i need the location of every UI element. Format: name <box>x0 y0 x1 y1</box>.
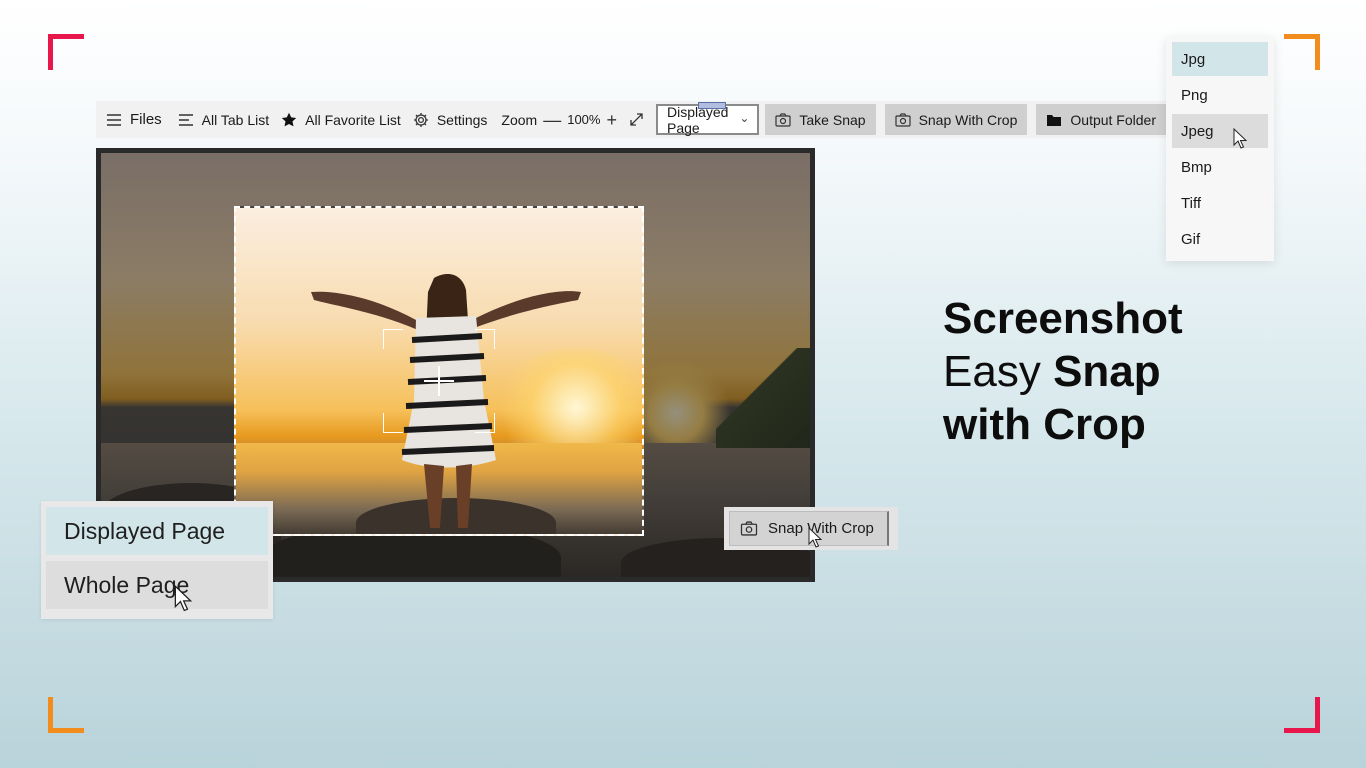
expand-icon[interactable] <box>629 112 644 127</box>
format-option-jpeg[interactable]: Jpeg <box>1172 114 1268 149</box>
format-option-label: Tiff <box>1181 194 1202 212</box>
files-label: Files <box>130 111 162 128</box>
headline-line-3: with Crop <box>943 400 1146 449</box>
all-tab-list-label: All Tab List <box>201 111 270 128</box>
star-icon <box>281 112 297 126</box>
mouse-pointer-icon <box>174 585 193 612</box>
format-option-bmp[interactable]: Bmp <box>1172 150 1268 184</box>
format-option-label: Gif <box>1181 230 1201 248</box>
all-favorite-list-button[interactable]: All Favorite List <box>275 101 407 138</box>
corner-bracket-bottom-left <box>48 697 84 733</box>
format-option-jpg[interactable]: Jpg <box>1172 42 1268 76</box>
format-option-label: Jpg <box>1181 50 1206 68</box>
snap-with-crop-label: Snap With Crop <box>918 111 1018 128</box>
zoom-control: Zoom — 100% + <box>493 111 652 129</box>
focus-brackets <box>383 329 495 433</box>
list-icon <box>178 113 193 126</box>
mode-option-whole-page[interactable]: Whole Page <box>46 561 268 612</box>
take-snap-button[interactable]: Take Snap <box>765 104 876 135</box>
select-drag-handle <box>697 102 726 109</box>
corner-bracket-bottom-right <box>1284 697 1320 733</box>
chevron-down-icon: ⌄ <box>739 111 750 125</box>
snap-with-crop-button[interactable]: Snap With Crop <box>884 104 1028 135</box>
mode-option-label: Whole Page <box>64 571 190 598</box>
crop-selection[interactable] <box>234 206 644 536</box>
camera-icon <box>740 521 758 536</box>
hamburger-icon <box>107 113 121 126</box>
headline-line-1: Screenshot <box>943 294 1183 343</box>
format-option-gif[interactable]: Gif <box>1172 222 1268 256</box>
headline-line-2-light: Easy <box>943 347 1041 396</box>
settings-label: Settings <box>436 111 488 128</box>
format-option-label: Jpeg <box>1181 122 1214 140</box>
zoom-out-button[interactable]: — <box>543 111 561 129</box>
all-favorite-list-label: All Favorite List <box>305 111 401 128</box>
headline-line-2-bold: Snap <box>1053 347 1161 396</box>
zoom-in-button[interactable]: + <box>606 111 617 129</box>
all-tab-list-button[interactable]: All Tab List <box>172 101 275 138</box>
output-folder-button[interactable]: Output Folder <box>1036 104 1166 135</box>
take-snap-label: Take Snap <box>799 111 866 128</box>
corner-bracket-top-left <box>48 34 84 70</box>
mouse-pointer-icon <box>1233 128 1247 149</box>
corner-bracket-top-right <box>1284 34 1320 70</box>
zoom-label: Zoom <box>501 111 538 128</box>
format-option-tiff[interactable]: Tiff <box>1172 186 1268 220</box>
camera-icon <box>894 112 911 127</box>
promo-headline: Screenshot Easy Snap with Crop <box>943 292 1273 451</box>
snap-with-crop-callout: Snap With Crop <box>724 507 898 550</box>
output-folder-label: Output Folder <box>1070 111 1156 128</box>
settings-button[interactable]: Settings <box>407 101 494 138</box>
page-mode-popup: Displayed Page Whole Page <box>41 501 273 619</box>
format-option-label: Png <box>1181 86 1208 104</box>
mouse-pointer-icon <box>808 527 822 548</box>
format-dropdown-menu: Jpg Png Jpeg Bmp Tiff Gif <box>1166 37 1274 261</box>
mode-option-displayed-page[interactable]: Displayed Page <box>46 507 268 555</box>
gear-icon <box>413 112 428 127</box>
format-option-png[interactable]: Png <box>1172 78 1268 112</box>
crosshair-icon <box>424 366 454 396</box>
files-menu-button[interactable]: Files <box>96 101 168 138</box>
folder-icon <box>1047 114 1062 126</box>
format-option-label: Bmp <box>1181 158 1212 176</box>
zoom-value: 100% <box>567 112 601 127</box>
toolbar: Files All Tab List All Favorite List Set… <box>96 101 1166 138</box>
page-mode-select[interactable]: Displayed Page ⌄ <box>655 102 760 136</box>
mode-option-label: Displayed Page <box>64 517 226 544</box>
camera-icon <box>775 112 791 127</box>
